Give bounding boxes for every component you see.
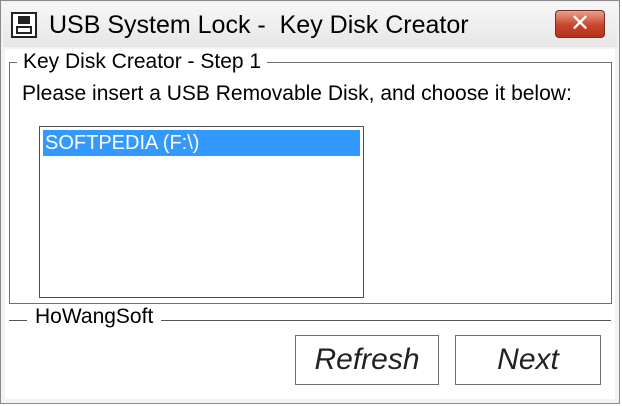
group-title: Key Disk Creator - Step 1 (17, 50, 268, 74)
close-icon: ✕ (569, 10, 591, 37)
window-title: USB System Lock - Key Disk Creator (49, 11, 469, 39)
key-disk-creator-window: USB System Lock - Key Disk Creator ✕ Key… (0, 0, 620, 404)
floppy-disk-label (16, 26, 32, 34)
title-bar[interactable]: USB System Lock - Key Disk Creator ✕ (3, 3, 617, 47)
floppy-disk-icon[interactable] (11, 12, 37, 38)
refresh-button[interactable]: Refresh (295, 335, 439, 385)
company-label: HoWangSoft (27, 305, 162, 329)
floppy-disk-shutter (18, 16, 30, 24)
close-button[interactable]: ✕ (555, 10, 605, 38)
instruction-text: Please insert a USB Removable Disk, and … (22, 82, 572, 105)
disk-listbox[interactable]: SOFTPEDIA (F:\) (39, 126, 364, 298)
list-item[interactable]: SOFTPEDIA (F:\) (43, 130, 360, 156)
next-button[interactable]: Next (455, 335, 601, 385)
client-area: Key Disk Creator - Step 1 Please insert … (5, 49, 615, 399)
